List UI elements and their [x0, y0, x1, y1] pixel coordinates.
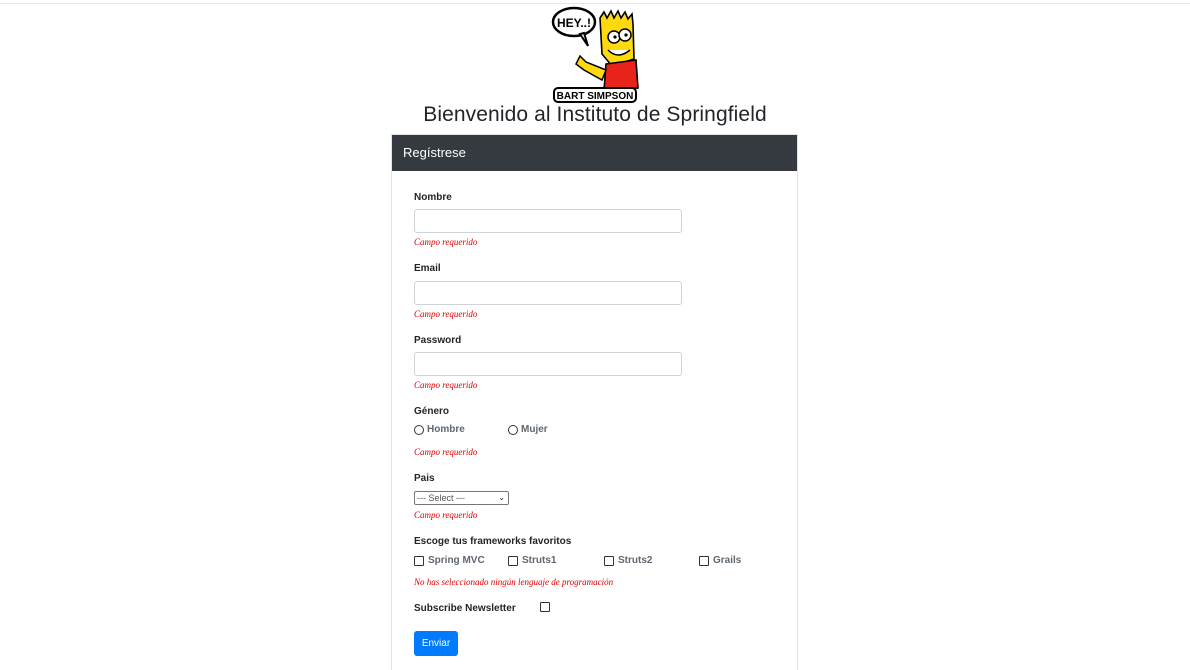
- email-label: Email: [414, 263, 441, 274]
- logo-bubble-text: HEY..!: [557, 16, 591, 30]
- email-error: Campo requerido: [414, 309, 478, 319]
- checkbox[interactable]: [508, 555, 518, 566]
- checkbox-struts1-label: Struts1: [522, 555, 557, 566]
- checkbox-spring-mvc[interactable]: Spring MVC: [414, 555, 485, 566]
- frameworks-error: No has seleccionado ningún lenguaje de p…: [414, 577, 614, 587]
- checkbox[interactable]: [604, 555, 614, 566]
- radio-mujer-label: Mujer: [521, 424, 548, 435]
- checkbox-struts2[interactable]: Struts2: [604, 555, 652, 566]
- pais-error: Campo requerido: [414, 510, 478, 520]
- radio-button[interactable]: [508, 424, 518, 435]
- password-error: Campo requerido: [414, 380, 478, 390]
- genero-error: Campo requerido: [414, 447, 478, 457]
- radio-hombre-label: Hombre: [427, 424, 465, 435]
- pais-selected-value: --- Select ---: [417, 493, 465, 503]
- checkbox-struts2-label: Struts2: [618, 555, 653, 566]
- nombre-label: Nombre: [414, 192, 452, 203]
- checkbox[interactable]: [414, 555, 424, 566]
- page-title: Bienvenido al Instituto de Springfield: [423, 103, 767, 126]
- radio-mujer[interactable]: Mujer: [508, 424, 548, 435]
- checkbox-grails-label: Grails: [713, 555, 742, 566]
- radio-button[interactable]: [414, 424, 424, 435]
- checkbox-grails[interactable]: Grails: [699, 555, 741, 566]
- newsletter-checkbox[interactable]: [540, 602, 550, 612]
- newsletter-label: Subscribe Newsletter: [414, 603, 516, 614]
- pais-select[interactable]: --- Select --- ⌄: [414, 491, 509, 505]
- checkbox-struts1[interactable]: Struts1: [508, 555, 556, 566]
- chevron-down-icon: ⌄: [498, 493, 505, 502]
- password-label: Password: [414, 335, 462, 346]
- nombre-input[interactable]: [414, 209, 682, 233]
- pais-label: Pais: [414, 473, 435, 484]
- frameworks-label: Escoge tus frameworks favoritos: [414, 536, 572, 547]
- checkbox-spring-mvc-label: Spring MVC: [428, 555, 485, 566]
- password-input[interactable]: [414, 352, 682, 376]
- card-header: Regístrese: [392, 135, 797, 171]
- submit-button[interactable]: Enviar: [414, 631, 458, 656]
- logo-caption: BART SIMPSON: [557, 91, 634, 102]
- genero-label: Género: [414, 406, 450, 417]
- bart-simpson-logo: HEY..! BART SIMPSON: [551, 6, 639, 103]
- radio-hombre[interactable]: Hombre: [414, 424, 465, 435]
- checkbox[interactable]: [699, 555, 709, 566]
- email-input[interactable]: [414, 281, 682, 305]
- nombre-error: Campo requerido: [414, 237, 478, 247]
